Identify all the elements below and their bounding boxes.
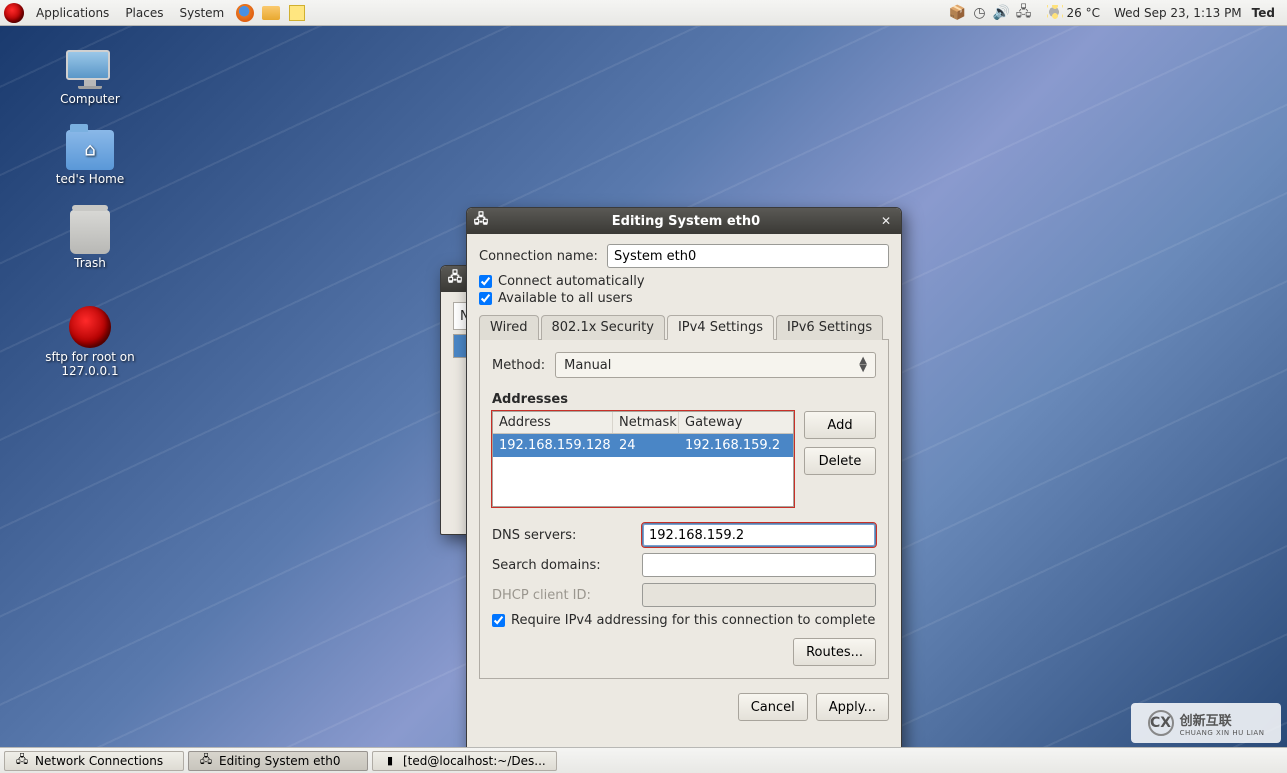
top-panel-left: Applications Places System	[0, 2, 310, 24]
tab-ipv4-settings[interactable]: IPv4 Settings	[667, 315, 774, 340]
addresses-header-row: Address Netmask Gateway	[493, 412, 793, 434]
addresses-table[interactable]: Address Netmask Gateway 192.168.159.128 …	[492, 411, 794, 507]
task-eth0-icon: 🖧	[199, 754, 213, 768]
bottom-panel: 🖧 Network Connections 🖧 Editing System e…	[0, 747, 1287, 773]
method-value: Manual	[564, 358, 611, 373]
table-row[interactable]: 192.168.159.128 24 192.168.159.2	[493, 434, 793, 457]
search-domains-input[interactable]	[642, 553, 876, 577]
col-gateway[interactable]: Gateway	[679, 412, 793, 433]
col-netmask[interactable]: Netmask	[613, 412, 679, 433]
delete-button[interactable]: Delete	[804, 447, 876, 475]
menu-system[interactable]: System	[171, 6, 232, 20]
combo-arrows-icon: ▲▼	[859, 357, 867, 373]
tab-ipv6-settings[interactable]: IPv6 Settings	[776, 315, 883, 340]
cpu-monitor-icon[interactable]: ◷	[971, 4, 989, 22]
editing-eth0-dialog: 🖧 Editing System eth0 ✕ Connection name:…	[466, 207, 902, 747]
desktop[interactable]: Computer ⌂ ted's Home Trash sftp for roo…	[0, 26, 1287, 747]
home-folder-icon: ⌂	[66, 130, 114, 170]
menu-applications[interactable]: Applications	[28, 6, 117, 20]
tab-wired[interactable]: Wired	[479, 315, 539, 340]
computer-icon	[66, 50, 114, 90]
method-combo[interactable]: Manual ▲▼	[555, 352, 876, 378]
task-terminal-label: [ted@localhost:~/Des...	[403, 754, 546, 768]
addresses-heading: Addresses	[492, 392, 876, 407]
netconn-title-icon: 🖧	[447, 271, 463, 287]
dns-servers-label: DNS servers:	[492, 528, 642, 543]
desktop-icon-home[interactable]: ⌂ ted's Home	[20, 130, 160, 186]
connect-automatically-checkbox[interactable]	[479, 275, 492, 288]
routes-button[interactable]: Routes...	[793, 638, 876, 666]
desktop-icon-sftp[interactable]: sftp for root on 127.0.0.1	[20, 306, 160, 379]
search-domains-label: Search domains:	[492, 558, 642, 573]
dhcp-client-id-label: DHCP client ID:	[492, 588, 642, 603]
dns-servers-input[interactable]	[642, 523, 876, 547]
trash-icon	[70, 210, 110, 254]
available-all-users-label: Available to all users	[498, 291, 633, 306]
weather-temp: 26 °C	[1067, 6, 1100, 20]
connection-name-label: Connection name:	[479, 249, 607, 264]
sftp-label: sftp for root on 127.0.0.1	[20, 350, 160, 379]
dhcp-client-id-input	[642, 583, 876, 607]
close-button[interactable]: ✕	[877, 212, 895, 230]
settings-tabs: Wired 802.1x Security IPv4 Settings IPv6…	[479, 314, 889, 340]
task-netconn-icon: 🖧	[15, 754, 29, 768]
user-menu[interactable]: Ted	[1246, 6, 1281, 20]
top-panel-right: 📦 ◷ 🔊 🖧 26 °C Wed Sep 23, 1:13 PM Ted	[949, 4, 1287, 22]
package-updates-icon[interactable]: 📦	[949, 4, 967, 22]
weather-icon	[1047, 5, 1063, 21]
task-netconn-label: Network Connections	[35, 754, 163, 768]
tab-8021x-security[interactable]: 802.1x Security	[541, 315, 665, 340]
task-network-connections[interactable]: 🖧 Network Connections	[4, 751, 184, 771]
cancel-button[interactable]: Cancel	[738, 693, 808, 721]
connect-automatically-label: Connect automatically	[498, 274, 645, 289]
trash-label: Trash	[74, 256, 106, 270]
desktop-icon-computer[interactable]: Computer	[20, 50, 160, 106]
desktop-icon-trash[interactable]: Trash	[20, 210, 160, 270]
dialog-body: Connection name: Connect automatically A…	[467, 234, 901, 733]
cell-netmask: 24	[613, 434, 679, 457]
notes-launcher-icon[interactable]	[286, 2, 308, 24]
require-ipv4-label: Require IPv4 addressing for this connect…	[511, 613, 875, 628]
home-label: ted's Home	[56, 172, 125, 186]
apply-button[interactable]: Apply...	[816, 693, 889, 721]
sftp-icon	[69, 306, 111, 348]
task-terminal[interactable]: ▮ [ted@localhost:~/Des...	[372, 751, 557, 771]
weather-applet[interactable]: 26 °C	[1047, 5, 1100, 21]
firefox-launcher-icon[interactable]	[234, 2, 256, 24]
task-eth0-label: Editing System eth0	[219, 754, 341, 768]
require-ipv4-checkbox[interactable]	[492, 614, 505, 627]
file-manager-launcher-icon[interactable]	[260, 2, 282, 24]
task-editing-eth0[interactable]: 🖧 Editing System eth0	[188, 751, 368, 771]
add-button[interactable]: Add	[804, 411, 876, 439]
watermark-sub: CHUANG XIN HU LIAN	[1180, 729, 1265, 737]
network-icon[interactable]: 🖧	[1015, 4, 1033, 22]
dialog-title: Editing System eth0	[495, 214, 877, 229]
ipv4-tab-page: Method: Manual ▲▼ Addresses Address Netm…	[479, 340, 889, 679]
top-panel: Applications Places System 📦 ◷ 🔊 🖧 26 °C…	[0, 0, 1287, 26]
menu-places[interactable]: Places	[117, 6, 171, 20]
watermark-brand: 创新互联	[1180, 710, 1265, 729]
connection-name-input[interactable]	[607, 244, 889, 268]
cell-gateway: 192.168.159.2	[679, 434, 793, 457]
task-terminal-icon: ▮	[383, 754, 397, 768]
available-all-users-checkbox[interactable]	[479, 292, 492, 305]
method-label: Method:	[492, 358, 545, 373]
watermark-logo-icon: CX	[1148, 710, 1174, 736]
dialog-titlebar[interactable]: 🖧 Editing System eth0 ✕	[467, 208, 901, 234]
volume-icon[interactable]: 🔊	[993, 4, 1011, 22]
redhat-logo-icon[interactable]	[4, 3, 24, 23]
watermark: CX 创新互联 CHUANG XIN HU LIAN	[1131, 703, 1281, 743]
clock[interactable]: Wed Sep 23, 1:13 PM	[1114, 6, 1242, 20]
col-address[interactable]: Address	[493, 412, 613, 433]
cell-address: 192.168.159.128	[493, 434, 613, 457]
dialog-title-icon: 🖧	[473, 213, 489, 229]
computer-label: Computer	[60, 92, 120, 106]
